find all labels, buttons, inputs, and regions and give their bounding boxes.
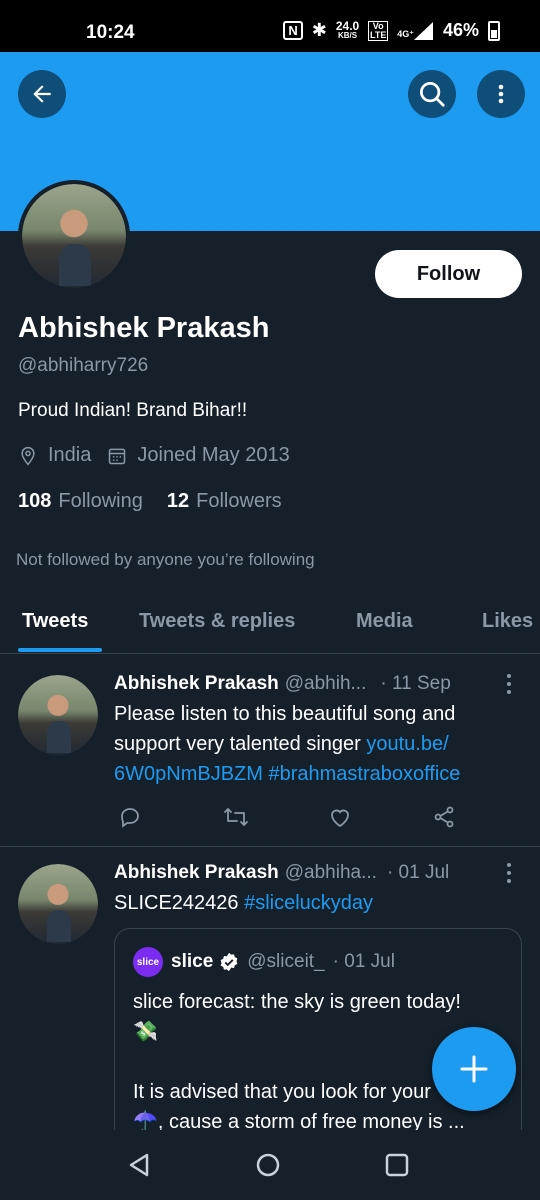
arrow-left-icon (33, 85, 51, 103)
tweet-item[interactable]: Abhishek Prakash @abhih... · 11 Sep Plea… (0, 655, 540, 847)
profile-name: Abhishek Prakash (18, 312, 270, 344)
tweet-author-name: Abhishek Prakash (114, 862, 279, 883)
speed-unit: KB/S (337, 30, 358, 40)
bluetooth-icon: ✱ (311, 20, 327, 40)
back-button[interactable] (18, 70, 66, 118)
following-link[interactable]: 108 Following (18, 490, 143, 513)
profile-stats: 108 Following 12 Followers (18, 490, 306, 513)
more-vertical-icon (507, 863, 511, 883)
tweet-time: · 11 Sep (380, 673, 451, 694)
quote-author-name: slice (171, 951, 214, 972)
tweet-author-handle: @abhiha... (284, 862, 377, 883)
nav-home-icon[interactable] (255, 1152, 281, 1178)
quote-time: · 01 Jul (332, 951, 395, 972)
battery-percent: 46% (442, 20, 479, 40)
calendar-icon (107, 446, 127, 466)
tweet-more-button[interactable] (504, 673, 514, 700)
search-button[interactable] (408, 70, 456, 118)
speed-value: 24.0 (335, 18, 360, 33)
tweet-header: Abhishek Prakash @abhiha... · 01 Jul (114, 862, 449, 884)
system-nav-bar (0, 1130, 540, 1200)
location-pin-icon (18, 445, 38, 467)
tweet-more-button[interactable] (504, 862, 514, 889)
profile-meta: India Joined May 2013 (18, 444, 306, 467)
following-label: Following (58, 490, 143, 512)
following-count: 108 (18, 490, 52, 512)
tweet-text: Please listen to this beautiful song and… (114, 703, 461, 785)
tweet-avatar[interactable] (18, 675, 98, 755)
joined-text: Joined May 2013 (137, 444, 290, 466)
tweet-header: Abhishek Prakash @abhih... · 11 Sep (114, 673, 451, 695)
tweet-author-handle: @abhih... (284, 673, 367, 694)
tab-likes[interactable]: Likes (482, 610, 533, 633)
nfc-icon: N (283, 21, 303, 40)
quote-header: slice slice @sliceit_ · 01 Jul (133, 947, 395, 977)
more-vertical-icon (507, 674, 511, 694)
tab-tweets[interactable]: Tweets (22, 610, 88, 633)
status-bar: 10:24 N ✱ 24.0 KB/S Vo LTE 4G⁺ 46% (0, 0, 540, 52)
retweet-icon[interactable] (222, 805, 250, 829)
active-tab-indicator (18, 648, 102, 652)
profile-handle: @abhiharry726 (18, 355, 149, 376)
profile-avatar[interactable] (18, 180, 130, 292)
verified-badge-icon (219, 952, 239, 972)
like-icon[interactable] (328, 805, 352, 829)
follow-button[interactable]: Follow (375, 250, 522, 298)
tab-tweets-replies[interactable]: Tweets & replies (139, 610, 295, 633)
followers-count: 12 (166, 490, 190, 512)
tweet-actions (114, 805, 464, 833)
tweet-text: SLICE242426 #sliceluckyday (114, 892, 374, 914)
profile-bio: Proud Indian! Brand Bihar!! (18, 400, 248, 421)
compose-tweet-button[interactable] (432, 1027, 516, 1111)
location-text: India (48, 444, 92, 466)
joined-date: Joined May 2013 (107, 444, 290, 467)
followers-label: Followers (196, 490, 282, 512)
nav-recents-icon[interactable] (384, 1152, 410, 1178)
followers-link[interactable]: 12 Followers (167, 490, 282, 513)
tweet-hashtag[interactable]: #brahmastraboxoffice (268, 763, 460, 785)
tweet-author-name: Abhishek Prakash (114, 673, 279, 694)
quote-author-handle: @sliceit_ (247, 951, 325, 972)
plus-icon (460, 1055, 488, 1083)
signal-icon: 4G⁺ (397, 21, 434, 40)
battery-icon (488, 20, 500, 41)
network-speed: 24.0 KB/S (335, 18, 360, 41)
tweet-time: · 01 Jul (386, 862, 450, 883)
not-followed-notice: Not followed by anyone you’re following (16, 550, 315, 569)
profile-tabs: Tweets Tweets & replies Media Likes (0, 596, 540, 654)
more-vertical-icon (498, 84, 504, 104)
volte-icon: Vo LTE (368, 20, 389, 41)
nav-back-icon[interactable] (126, 1152, 152, 1178)
status-time: 10:24 (86, 22, 135, 43)
status-icons: N ✱ 24.0 KB/S Vo LTE 4G⁺ 46% (283, 20, 500, 41)
reply-icon[interactable] (118, 805, 142, 829)
tab-media[interactable]: Media (356, 610, 413, 633)
location: India (18, 444, 91, 467)
share-icon[interactable] (432, 805, 456, 829)
tweet-avatar[interactable] (18, 864, 98, 944)
search-icon (420, 82, 445, 107)
tweet-hashtag[interactable]: #sliceluckyday (244, 892, 373, 914)
more-options-button[interactable] (477, 70, 525, 118)
slice-logo: slice (133, 947, 163, 977)
